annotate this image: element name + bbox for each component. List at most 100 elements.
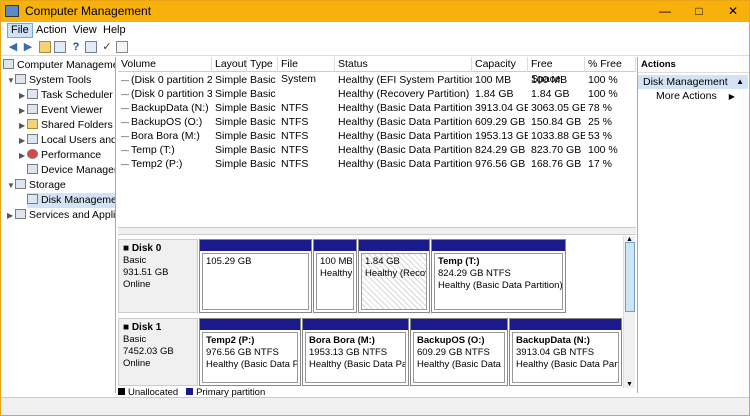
primary-partition-bar [200, 319, 300, 330]
tree-item-computer-management[interactable]: Computer Management [3, 58, 115, 73]
close-button[interactable]: ✕ [719, 1, 747, 22]
tree-item-shared-folders[interactable]: ▶ Shared Folders [19, 118, 113, 133]
disk-view-scrollbar[interactable]: ▲ ▼ [623, 236, 635, 388]
actions-disk-management[interactable]: Disk Management ▲ [638, 75, 748, 89]
table-row[interactable]: — BackupData (N:) Simple Basic NTFS Healthy (… [118, 101, 636, 115]
menu-help[interactable]: Help [100, 24, 129, 36]
minimize-button[interactable]: — [651, 1, 679, 22]
chevron-right-icon[interactable]: ▶ [19, 133, 27, 148]
check-icon[interactable]: ✓ [101, 41, 113, 53]
folder-up-icon[interactable] [39, 41, 51, 53]
chevron-right-icon[interactable]: ▶ [19, 118, 27, 133]
disk-0-label[interactable]: ■ Disk 0 Basic 931.51 GB Online [118, 239, 198, 313]
tree-item-label: System Tools [29, 74, 92, 86]
title-bar[interactable]: Computer Management — □ ✕ [1, 1, 749, 22]
tree-item-event-viewer[interactable]: ▶ Event Viewer [19, 103, 103, 118]
tree-item-system-tools[interactable]: ▼ System Tools [7, 73, 91, 88]
disk-1-partition-temp2[interactable]: Temp2 (P:) 976.56 GB NTFS Healthy (Basic D… [199, 318, 301, 386]
tree-item-performance[interactable]: ▶ Performance [19, 148, 101, 163]
menu-action[interactable]: Action [33, 24, 70, 36]
partition-size: 824.29 GB NTFS [438, 268, 511, 279]
forward-arrow-icon[interactable]: ▶ [22, 41, 34, 53]
table-row[interactable]: — BackupOS (O:) Simple Basic NTFS Healthy (Ba… [118, 115, 636, 129]
volume-icon: — [121, 132, 129, 141]
disk-1-label[interactable]: ■ Disk 1 Basic 7452.03 GB Online [118, 318, 198, 386]
more-actions-link[interactable]: More Actions ▶ [656, 90, 735, 102]
scrollbar-thumb[interactable] [625, 242, 635, 312]
properties-icon[interactable] [85, 41, 97, 53]
disk-0-partition-2[interactable]: 100 MBHealthy ( [313, 239, 357, 313]
chevron-right-icon[interactable]: ▶ [19, 88, 27, 103]
table-cell: Basic [250, 144, 276, 156]
table-cell: Simple [215, 130, 247, 142]
disk-size: 7452.03 GB [123, 346, 174, 357]
table-cell: — Temp2 (P:) [118, 157, 212, 171]
table-row[interactable]: — (Disk 0 partition 3) Simple Basic Healthy … [118, 87, 636, 101]
disk-0-partition-3[interactable]: 1.84 GBHealthy (Recove [358, 239, 430, 313]
partition-status: Healthy (Basic Data Part [309, 359, 406, 370]
table-cell: Basic [250, 102, 276, 114]
maximize-button[interactable]: □ [685, 1, 713, 22]
scroll-down-icon[interactable]: ▼ [626, 381, 633, 388]
disk-0-partition-temp[interactable]: Temp (T:) 824.29 GB NTFS Healthy (Basic Da… [431, 239, 566, 313]
tree-item-disk-management[interactable]: Disk Manageme [27, 193, 116, 208]
table-cell: 150.84 GB [531, 116, 582, 128]
status-bar [1, 397, 749, 415]
column-header-capacity[interactable]: Capacity [472, 57, 528, 72]
column-header-volume[interactable]: Volume [118, 57, 212, 72]
menu-file[interactable]: File [7, 23, 33, 38]
column-header-percent-free[interactable]: % Free [585, 57, 636, 72]
actions-pane: Actions Disk Management ▲ More Actions ▶ [637, 57, 749, 393]
table-cell: 100 % [588, 88, 618, 100]
tree-item-local-users[interactable]: ▶ Local Users and [19, 133, 115, 148]
chevron-down-icon[interactable]: ▼ [7, 178, 15, 193]
volume-icon: — [121, 146, 129, 155]
table-row[interactable]: — Temp (T:) Simple Basic NTFS Healthy (Basic … [118, 143, 636, 157]
disk-1-partition-bora-bora[interactable]: Bora Bora (M:) 1953.13 GB NTFS Healthy (Ba… [302, 318, 409, 386]
table-cell: 78 % [588, 102, 612, 114]
column-header-status[interactable]: Status [335, 57, 472, 72]
back-arrow-icon[interactable]: ◀ [7, 41, 19, 53]
collapse-arrow-icon[interactable]: ▲ [736, 75, 744, 89]
disk-1-partition-backupos[interactable]: BackupOS (O:) 609.29 GB NTFS Healthy (Basi… [410, 318, 508, 386]
table-cell: — Bora Bora (M:) [118, 129, 212, 143]
disk-1-partition-backupdata[interactable]: BackupData (N:) 3913.04 GB NTFS Healthy (B… [509, 318, 622, 386]
chevron-right-icon[interactable]: ▶ [19, 148, 27, 163]
chevron-right-icon[interactable]: ▶ [7, 208, 15, 223]
tree-item-task-scheduler[interactable]: ▶ Task Scheduler [19, 88, 113, 103]
partition-body: Temp2 (P:) 976.56 GB NTFS Healthy (Basic D… [202, 332, 298, 383]
disk-state: Online [123, 279, 151, 290]
disk-size: 931.51 GB [123, 267, 169, 278]
table-cell: — (Disk 0 partition 2) [118, 73, 212, 87]
table-cell: 168.76 GB [531, 158, 582, 170]
table-cell: — (Disk 0 partition 3) [118, 87, 212, 101]
menu-view[interactable]: View [70, 24, 100, 36]
column-header-type[interactable]: Type [247, 57, 278, 72]
column-header-layout[interactable]: Layout [212, 57, 247, 72]
disk-0-partition-1[interactable]: 105.29 GB [199, 239, 312, 313]
pane-splitter[interactable] [118, 227, 636, 235]
show-hide-tree-icon[interactable] [54, 41, 66, 53]
partition-status: Healthy (Basic Data Parti [516, 359, 619, 370]
volume-name: (Disk 0 partition 3) [131, 88, 212, 100]
disk-name: Disk 1 [131, 322, 162, 333]
tree-item-storage[interactable]: ▼ Storage [7, 178, 66, 193]
table-row[interactable]: — (Disk 0 partition 2) Simple Basic Healthy … [118, 73, 636, 87]
help-icon[interactable]: ? [70, 41, 82, 53]
partition-name: Temp (T:) [438, 256, 480, 267]
column-header-file-system[interactable]: File System [278, 57, 335, 85]
tree-item-label: Disk Manageme [41, 194, 116, 206]
column-header-free-space[interactable]: Free Space [528, 57, 585, 85]
chevron-right-icon[interactable]: ▶ [19, 103, 27, 118]
tree-item-device-manager[interactable]: Device Manager [27, 163, 115, 178]
disk-view-icon[interactable] [116, 41, 128, 53]
table-cell: 3913.04 GB [475, 102, 528, 114]
chevron-down-icon[interactable]: ▼ [7, 73, 15, 88]
tree-item-services[interactable]: ▶ Services and Applic [7, 208, 115, 223]
table-row[interactable]: — Bora Bora (M:) Simple Basic NTFS Healthy (B… [118, 129, 636, 143]
table-cell: Simple [215, 116, 247, 128]
table-cell: 53 % [588, 130, 612, 142]
table-cell: NTFS [281, 144, 309, 156]
tree-item-label: Performance [41, 149, 102, 161]
table-row[interactable]: — Temp2 (P:) Simple Basic NTFS Healthy (Basic… [118, 157, 636, 171]
